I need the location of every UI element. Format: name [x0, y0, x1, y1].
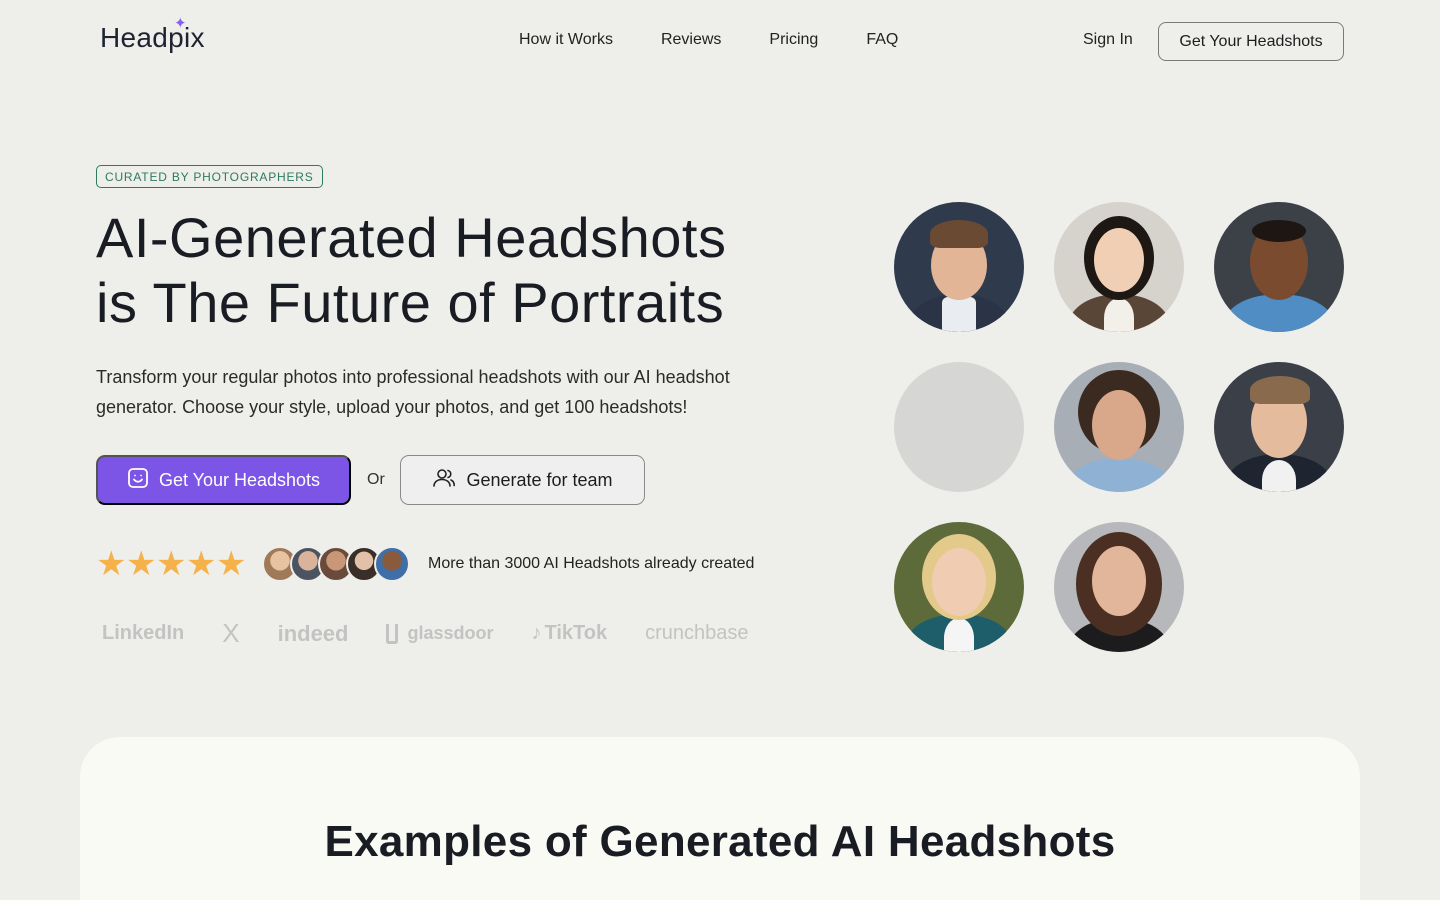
tiktok-icon: ♪: [531, 622, 542, 644]
star-icon: ★: [96, 545, 127, 583]
examples-section: Examples of Generated AI Headshots: [80, 737, 1360, 900]
sign-in-link[interactable]: Sign In: [1083, 31, 1133, 49]
team-icon: [432, 467, 456, 494]
rating-stars: ★ ★ ★ ★ ★: [96, 545, 246, 583]
nav-links: How it Works Reviews Pricing FAQ: [519, 31, 898, 49]
headshot-portrait: [894, 202, 1024, 332]
examples-title: Examples of Generated AI Headshots: [324, 817, 1116, 866]
indeed-logo: indeed: [277, 620, 349, 646]
hero-title-line1: AI-Generated Headshots: [96, 206, 727, 269]
star-icon: ★: [126, 545, 157, 583]
hero-subtitle: Transform your regular photos into profe…: [96, 367, 730, 417]
get-headshots-button[interactable]: Get Your Headshots: [96, 455, 351, 505]
headshot-portrait: [1214, 202, 1344, 332]
top-nav: Headpix ✦ How it Works Reviews Pricing F…: [0, 0, 1440, 82]
headshot-portrait: [1054, 202, 1184, 332]
smile-icon: [127, 467, 149, 494]
nav-link-how-it-works[interactable]: How it Works: [519, 31, 613, 49]
star-icon: ★: [216, 545, 247, 583]
hero-title: AI-Generated Headshots is The Future of …: [96, 205, 836, 335]
crunchbase-logo: crunchbase: [645, 622, 749, 644]
headshot-portrait: [1054, 362, 1184, 492]
customer-avatars: [262, 546, 410, 582]
generate-for-team-label: Generate for team: [466, 469, 613, 490]
glassdoor-icon: [386, 623, 399, 644]
generate-for-team-button[interactable]: Generate for team: [400, 455, 645, 505]
logo[interactable]: Headpix: [100, 22, 205, 54]
x-logo: X: [222, 618, 240, 648]
nav-get-headshots-button[interactable]: Get Your Headshots: [1158, 22, 1344, 61]
nav-link-reviews[interactable]: Reviews: [661, 31, 721, 49]
headshot-portrait: [1054, 522, 1184, 652]
or-text: Or: [367, 471, 385, 488]
get-headshots-label: Get Your Headshots: [158, 469, 321, 490]
sparkle-icon: ✦: [174, 15, 187, 32]
headshot-portrait: [894, 522, 1024, 652]
headshot-placeholder: [894, 362, 1024, 492]
star-icon: ★: [156, 545, 187, 583]
avatar: [374, 546, 410, 582]
linkedin-logo: LinkedIn: [102, 622, 185, 644]
social-proof-text: More than 3000 AI Headshots already crea…: [428, 555, 755, 572]
glassdoor-logo: glassdoor: [386, 623, 494, 644]
nav-link-pricing[interactable]: Pricing: [769, 31, 818, 49]
tiktok-logo: ♪ TikTok: [531, 622, 608, 644]
hero-title-line2: is The Future of Portraits: [96, 271, 725, 334]
headshot-portrait: [1214, 362, 1344, 492]
curated-badge: CURATED BY PHOTOGRAPHERS: [96, 165, 323, 188]
star-icon: ★: [186, 545, 217, 583]
nav-link-faq[interactable]: FAQ: [866, 31, 898, 49]
brand-logos: LinkedIn X indeed glassdoor ♪ TikTok cru…: [102, 618, 787, 649]
